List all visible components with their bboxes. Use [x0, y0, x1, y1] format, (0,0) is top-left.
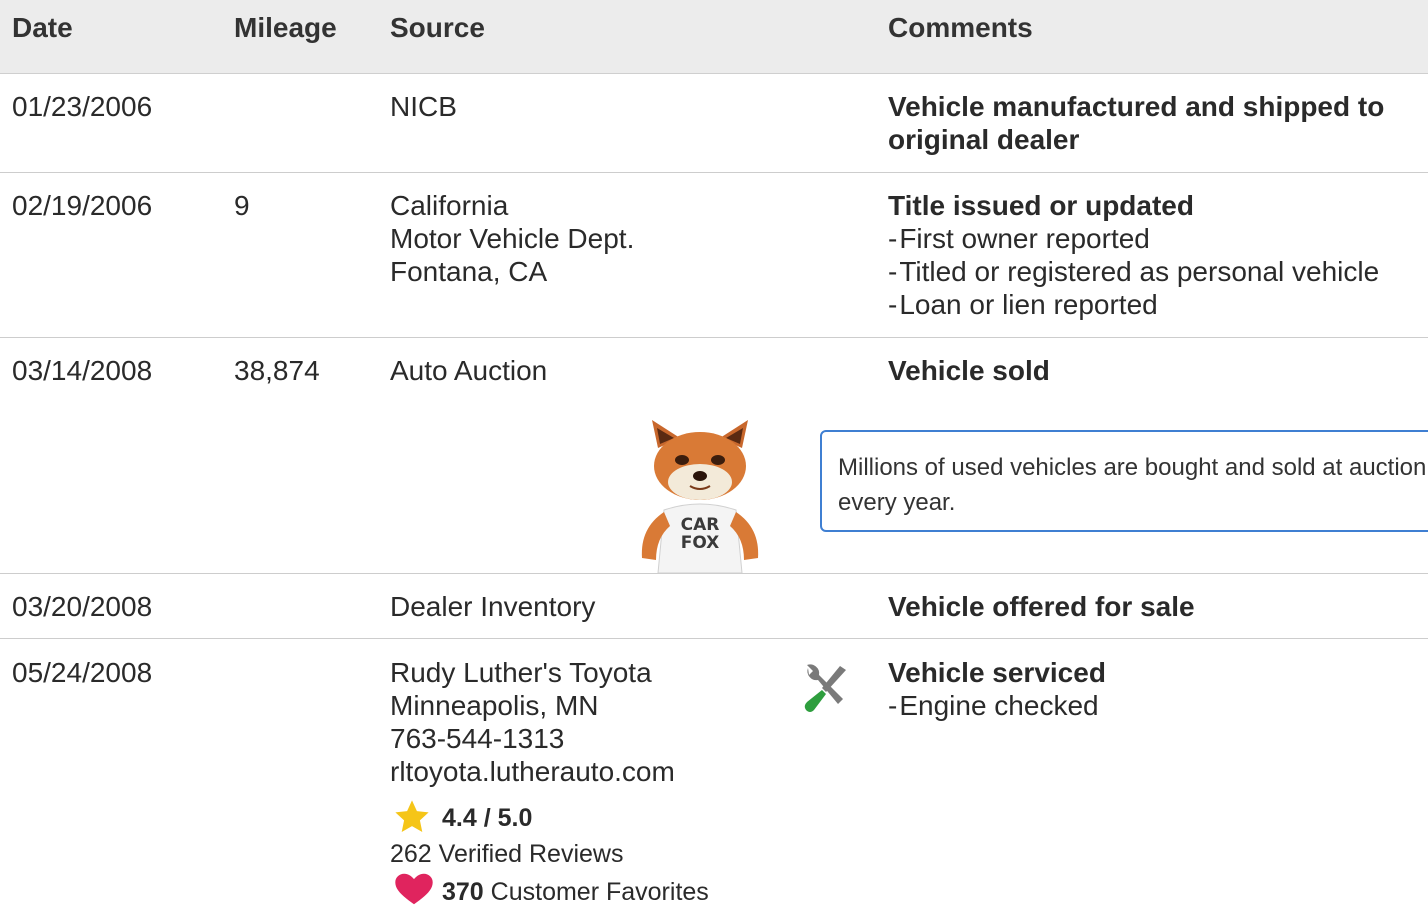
row-source-line: Fontana, CA	[390, 256, 548, 287]
row-source: Dealer Inventory	[390, 591, 596, 622]
row-comment-title: Title issued or updated	[888, 190, 1194, 221]
dealer-phone[interactable]: 763-544-1313	[390, 722, 564, 755]
row-date: 03/20/2008	[12, 591, 153, 622]
auction-tip-callout: Millions of used vehicles are bought and…	[820, 430, 1428, 532]
row-source: Auto Auction	[390, 355, 548, 386]
row-date: 05/24/2008	[12, 657, 153, 688]
header-mileage: Mileage	[234, 12, 337, 43]
row-mileage: 38,874	[234, 355, 320, 386]
row-comment-title: Vehicle manufactured and shipped to	[888, 91, 1385, 122]
row-mileage: 9	[234, 190, 250, 221]
row-comment-title-cont: original dealer	[888, 124, 1080, 155]
row-comment-bullet: Engine checked	[888, 689, 1098, 722]
dealer-name: Rudy Luther's Toyota	[390, 657, 652, 688]
row-date: 02/19/2006	[12, 190, 153, 221]
row-source-line: Motor Vehicle Dept.	[390, 223, 635, 254]
row-date: 01/23/2006	[12, 91, 153, 122]
star-icon	[395, 800, 429, 833]
row-date: 03/14/2008	[12, 355, 153, 386]
heart-icon	[395, 873, 433, 905]
dealer-location: Minneapolis, MN	[390, 690, 599, 721]
header-date: Date	[12, 12, 73, 43]
row-divider	[0, 337, 1428, 338]
dealer-rating: 4.4 / 5.0	[442, 804, 533, 832]
row-comment-title: Vehicle offered for sale	[888, 591, 1195, 622]
dealer-website-link[interactable]: rltoyota.lutherauto.com	[390, 755, 675, 788]
header-source: Source	[390, 12, 485, 43]
fox-shirt-text: CAR	[681, 515, 720, 535]
row-divider	[0, 573, 1428, 574]
row-comment-bullet: Titled or registered as personal vehicle	[888, 255, 1379, 288]
fox-shirt-text: FOX	[681, 533, 720, 553]
row-source-line: California	[390, 190, 509, 221]
row-comment-bullet: Loan or lien reported	[888, 288, 1157, 321]
dealer-reviews-link[interactable]: 262 Verified Reviews	[390, 839, 623, 869]
row-source: NICB	[390, 91, 457, 122]
car-fox-mascot: CAR FOX	[641, 420, 759, 573]
header-comments: Comments	[888, 12, 1033, 43]
row-comment-title: Vehicle serviced	[888, 657, 1106, 688]
table-header: Date Mileage Source Comments	[0, 0, 1428, 74]
favorites-count: 370	[442, 878, 484, 906]
wrench-screwdriver-icon	[804, 664, 846, 712]
row-comment-bullet: First owner reported	[888, 222, 1150, 255]
row-divider	[0, 172, 1428, 173]
row-comment-title: Vehicle sold	[888, 355, 1050, 386]
row-divider	[0, 638, 1428, 639]
favorites-label: Customer Favorites	[490, 878, 709, 906]
